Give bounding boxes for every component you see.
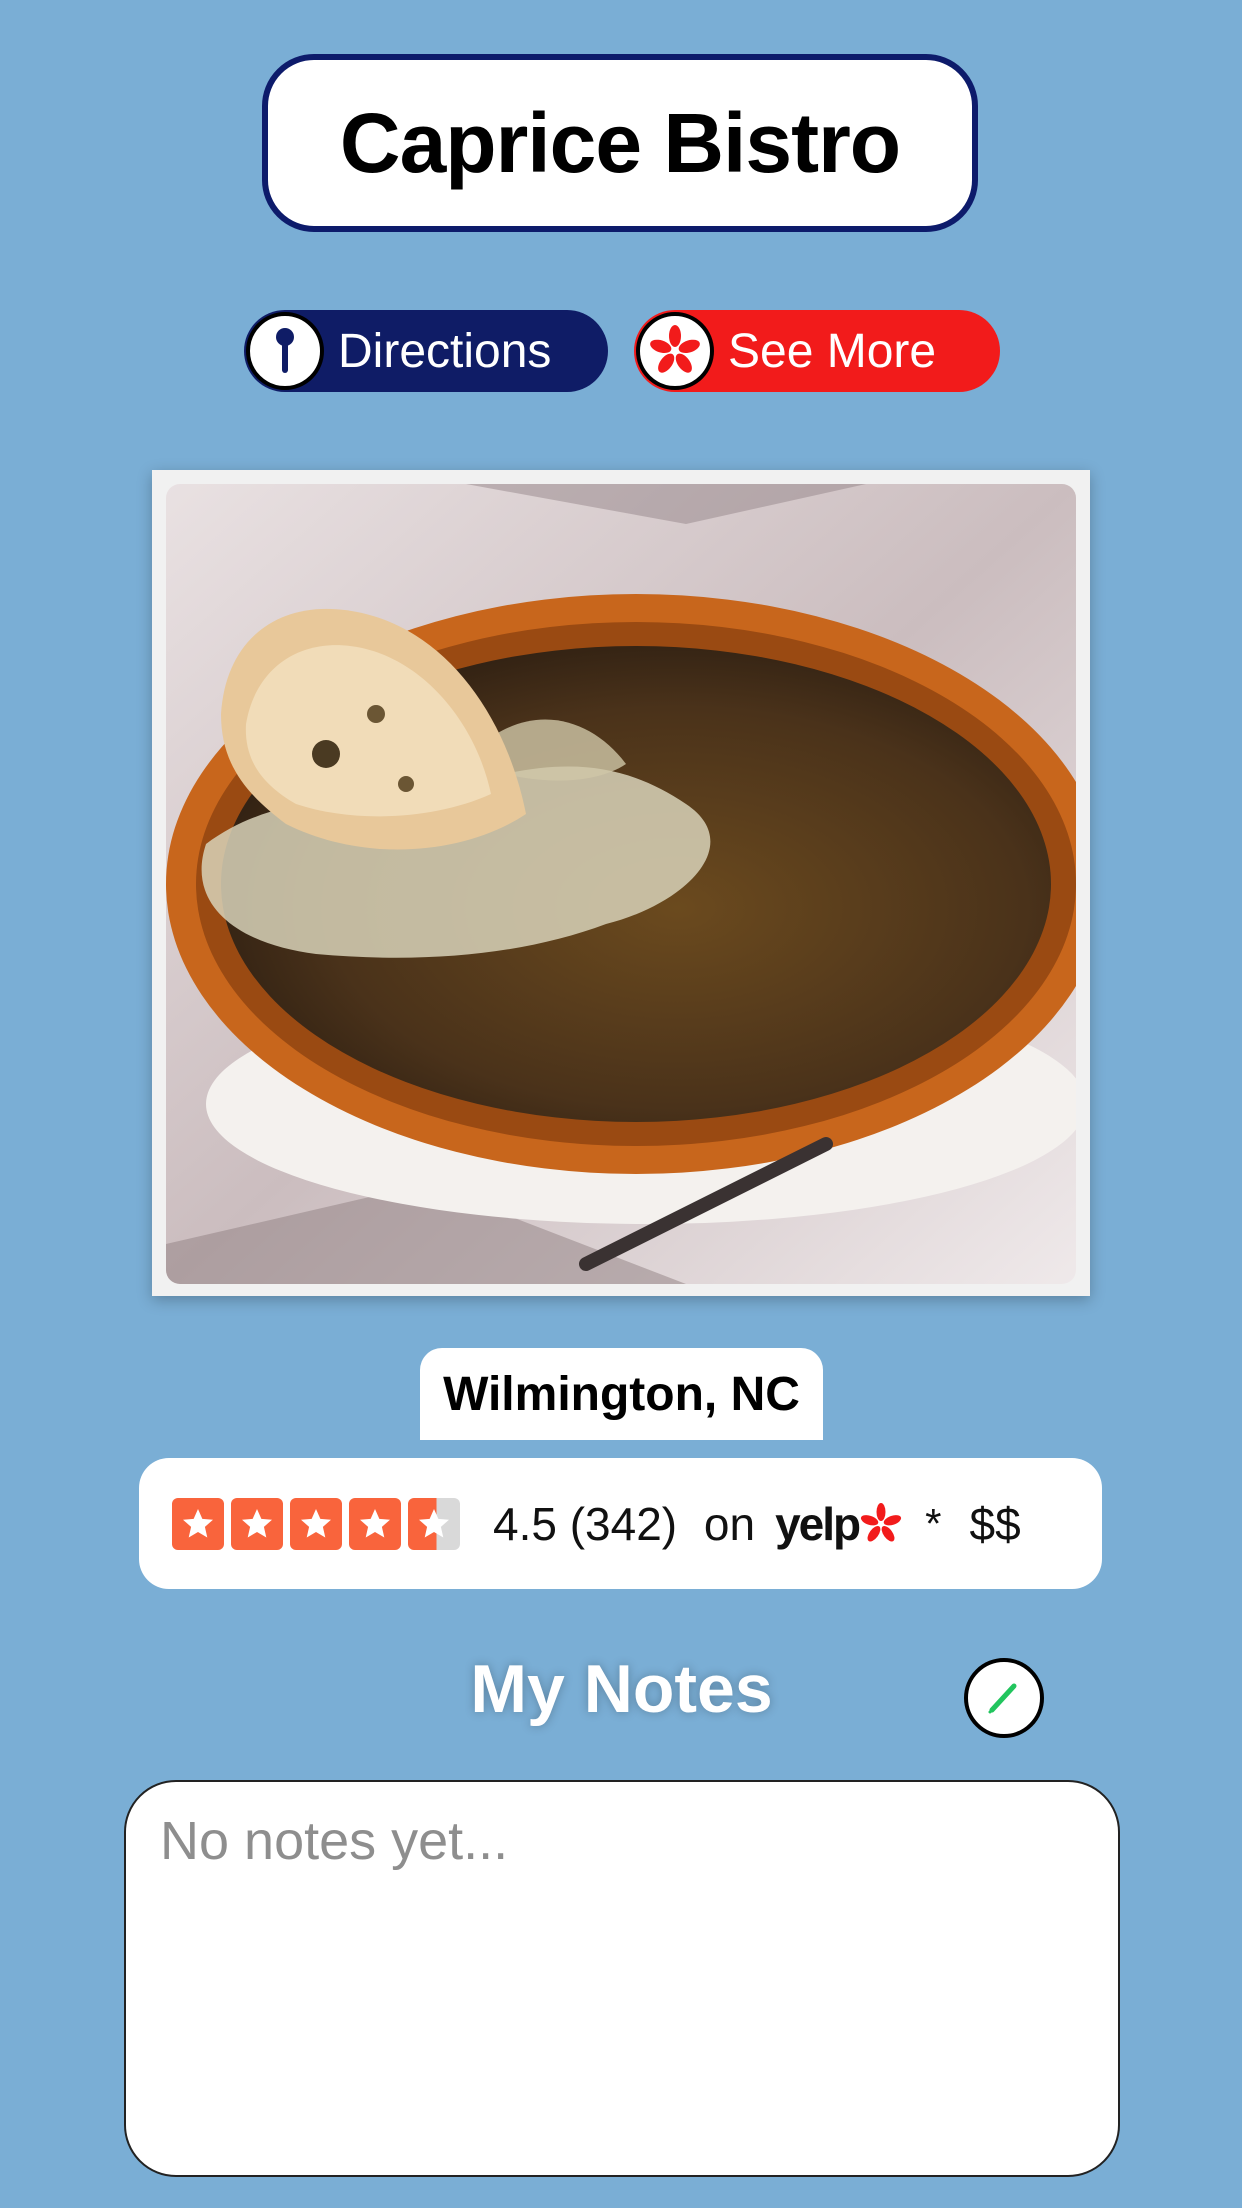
directions-label: Directions — [338, 324, 552, 378]
star-icon — [290, 1497, 342, 1550]
rating-on-label: on — [703, 1497, 756, 1550]
half-star-icon — [408, 1497, 460, 1550]
star-rating — [172, 1497, 467, 1550]
rating-summary[interactable]: 4.5 (342) on yelp * $$ — [139, 1458, 1102, 1589]
review-count: (342) — [569, 1497, 678, 1550]
pencil-icon — [988, 1683, 1017, 1714]
food-photo-frame — [152, 470, 1090, 1296]
directions-button[interactable]: Directions — [244, 310, 608, 392]
yelp-burst-icon — [861, 1502, 902, 1541]
star-icon — [172, 1497, 224, 1550]
location-label-tab: Wilmington, NC — [420, 1348, 823, 1440]
notes-placeholder: No notes yet... — [160, 1811, 509, 1871]
rating-line: 4.5 (342) on — [493, 1497, 755, 1551]
rating-score: 4.5 — [493, 1497, 557, 1550]
notes-heading: My Notes — [470, 1651, 773, 1727]
notes-textarea[interactable]: No notes yet... — [124, 1780, 1120, 2177]
yelp-wordmark: yelp — [775, 1497, 861, 1550]
see-more-label: See More — [728, 324, 937, 378]
restaurant-title-box: Caprice Bistro — [262, 54, 978, 232]
map-pin-icon — [246, 312, 324, 390]
price-level: $$ — [969, 1497, 1021, 1550]
yelp-burst-icon — [636, 312, 714, 390]
yelp-logo: yelp — [775, 1497, 903, 1551]
rating-separator: * — [925, 1499, 942, 1547]
star-icon — [231, 1497, 283, 1550]
food-photo[interactable] — [166, 484, 1076, 1284]
location-text: Wilmington, NC — [443, 1367, 800, 1421]
star-icon — [349, 1497, 401, 1550]
see-more-button[interactable]: See More — [634, 310, 1000, 392]
restaurant-name: Caprice Bistro — [339, 95, 901, 190]
edit-notes-button[interactable] — [964, 1658, 1044, 1738]
